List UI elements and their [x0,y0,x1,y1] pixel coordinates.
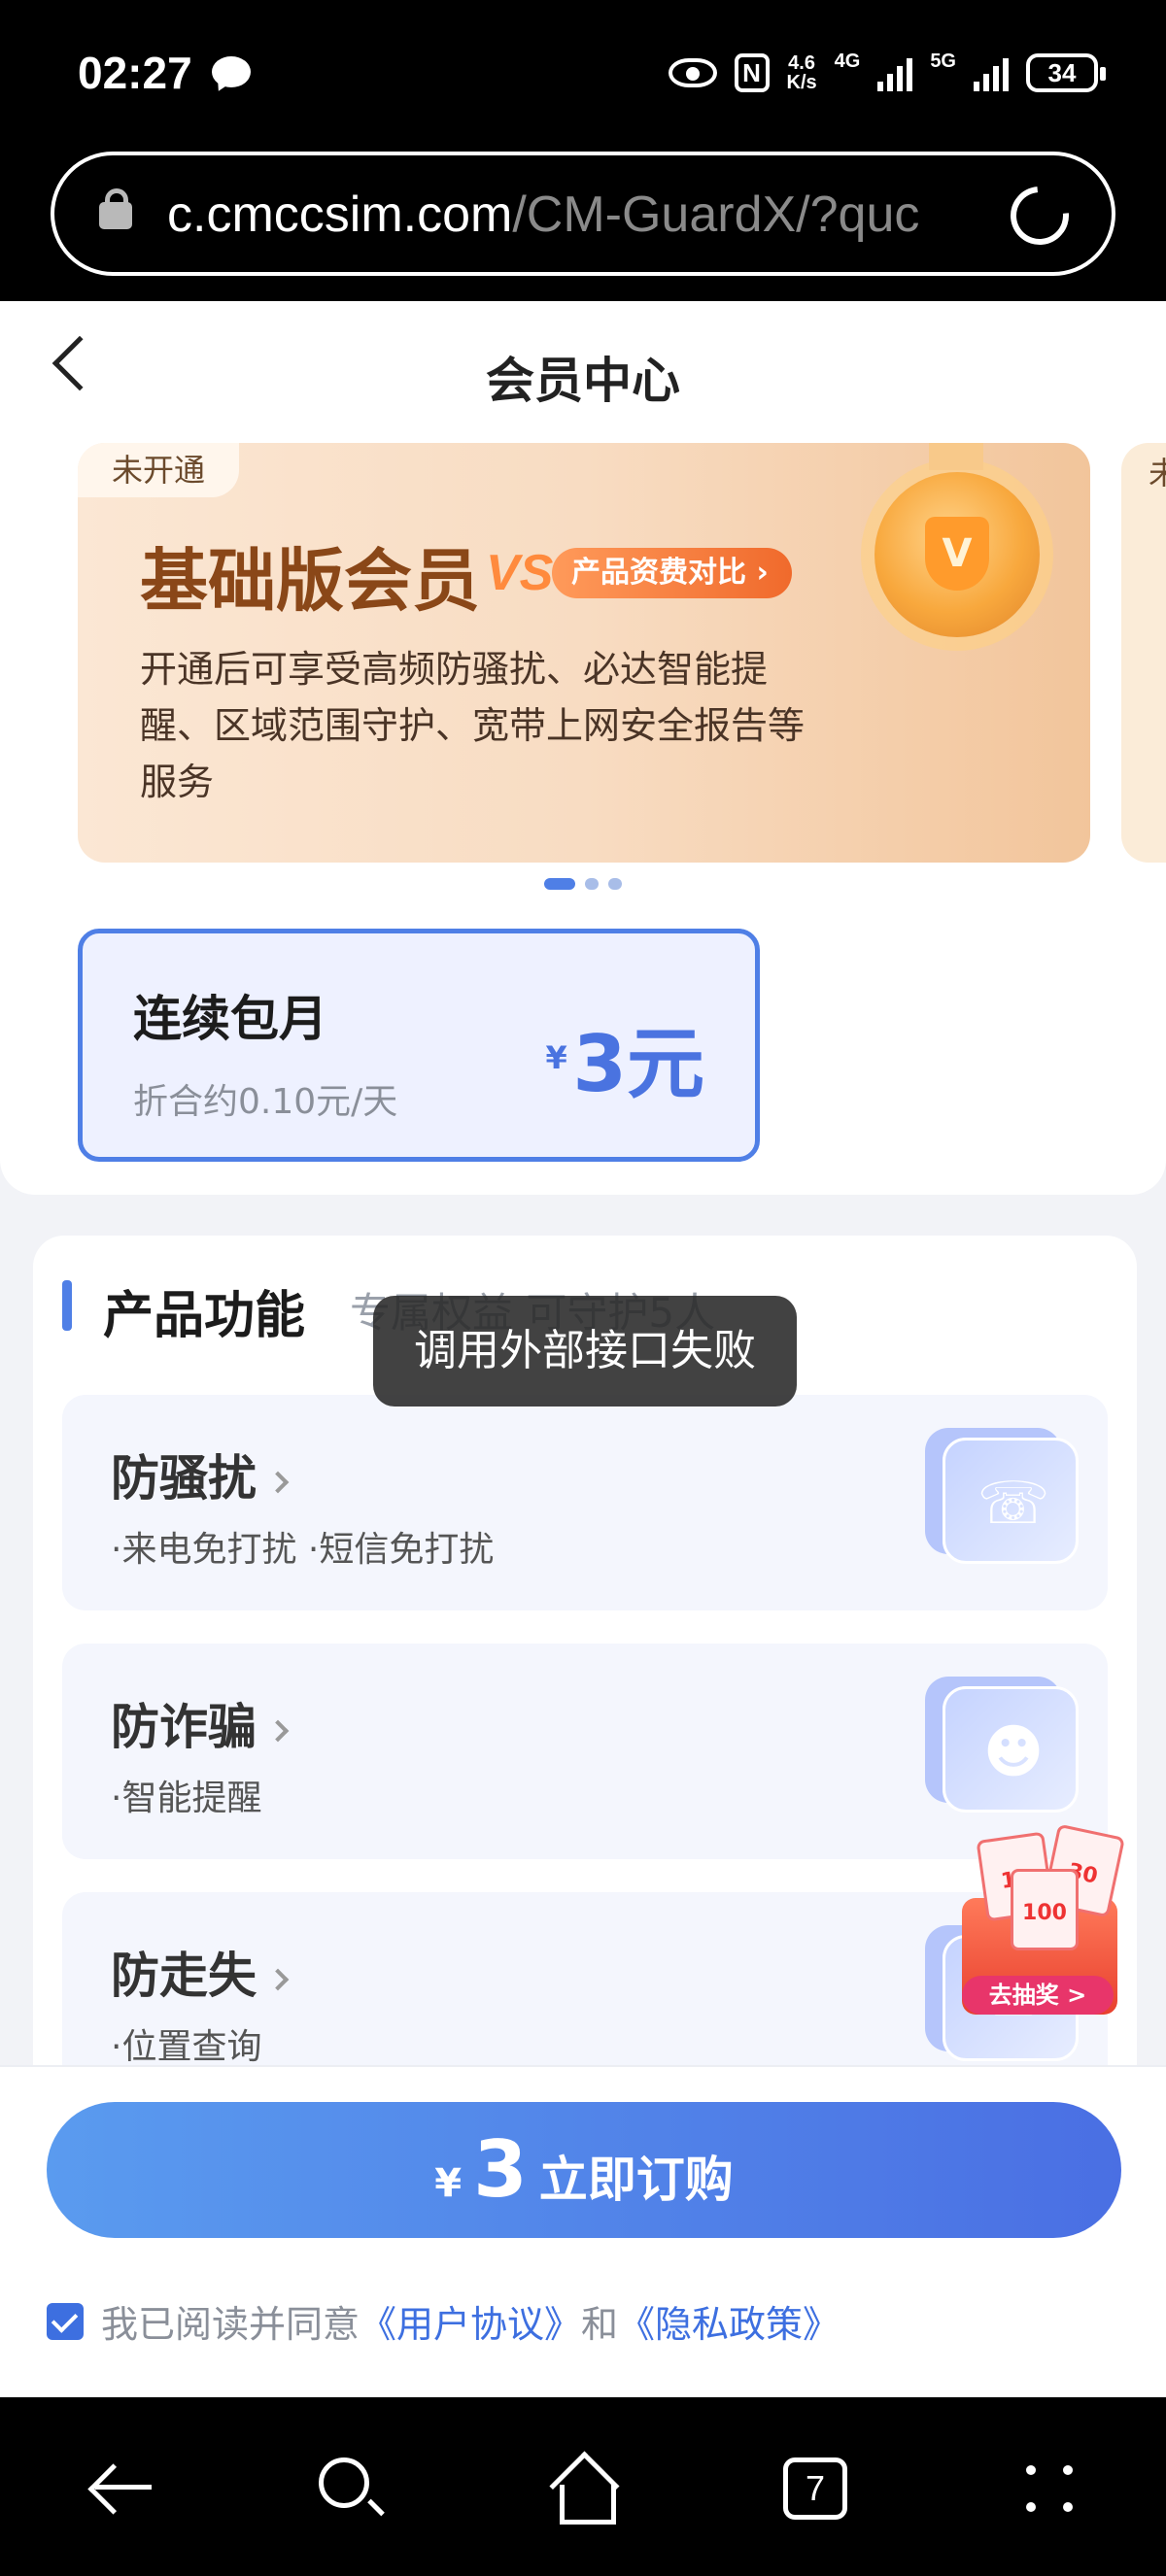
feature-card-anti-harassment[interactable]: 防骚扰 ·来电免打扰 ·短信免打扰 ☏ [62,1395,1108,1610]
address-bar[interactable]: c.cmccsim.com/CM-GuardX/?quc [51,152,1115,276]
agreement-row: 我已阅读并同意 《用户协议》 和 《隐私政策》 [47,2294,840,2348]
mask-icon: ☻ [943,1686,1079,1813]
feature-name-text: 防走失 [111,1948,257,2004]
menu-dots-icon[interactable] [1022,2461,1080,2516]
banner-description: 开通后可享受高频防骚扰、必达智能提醒、区域范围守护、宽带上网安全报告等服务 [140,648,806,803]
plan-option-monthly[interactable]: 连续包月 折合约0.10元/天 ¥ 3元 [78,929,760,1162]
vs-icon: VS [486,545,554,601]
subscribe-button[interactable]: ¥3 立即订购 [47,2102,1121,2238]
signal-4g-icon [877,54,913,91]
url-text[interactable]: c.cmccsim.com/CM-GuardX/?quc [167,181,1022,249]
agreement-and: 和 [581,2303,619,2346]
chevron-right-icon [266,1719,290,1742]
network-5g-label: 5G [930,50,956,72]
purchase-panel: ¥3 立即订购 我已阅读并同意 《用户协议》 和 《隐私政策》 [0,2065,1166,2397]
nfc-icon: N [734,53,770,92]
feature-desc: ·智能提醒 [111,1779,262,1818]
feature-name-text: 防骚扰 [111,1450,257,1507]
browser-navbar: 7 [0,2397,1166,2576]
url-path: /CM-GuardX/?quc [512,186,920,243]
url-domain: c.cmccsim.com [167,186,513,243]
user-agreement-link[interactable]: 《用户协议》 [360,2294,581,2348]
plan-daily-price: 折合约0.10元/天 [133,1082,398,1122]
privacy-policy-link[interactable]: 《隐私政策》 [618,2294,840,2348]
feature-name-text: 防诈骗 [111,1699,257,1755]
feature-name: 防骚扰 [111,1440,290,1509]
feature-name: 防走失 [111,1937,290,2007]
agreement-prefix: 我已阅读并同意 [101,2303,360,2346]
lock-icon[interactable] [99,188,132,229]
chevron-right-icon [266,1471,290,1493]
carousel-dot [585,878,599,890]
eye-icon [668,58,717,87]
network-speed: 4.6 K/s [786,52,817,93]
battery-icon: 34 [1026,53,1106,92]
search-icon[interactable] [319,2457,369,2508]
currency-symbol: ¥ [434,2161,463,2206]
carousel-indicator [544,878,622,890]
page-title: 会员中心 [486,353,680,409]
price-amount: 3 [473,2124,528,2215]
error-toast: 调用外部接口失败 [373,1296,797,1407]
feature-name: 防诈骗 [111,1688,290,1758]
next-banner-badge: 未 [1149,455,1166,491]
chevron-right-icon [266,1968,290,1990]
lottery-float-button[interactable]: 10 30 100 去抽奖 > [933,1823,1147,2024]
member-section: 会员中心 未开通 基础版会员 VS 产品资费对比 › 开通后可享受高频防骚扰、必… [0,301,1166,1195]
browser-topbar: 02:27 N 4.6 K/s 4G 5G 34 c.cmccsim.com/C… [0,0,1166,301]
status-icons: N 4.6 K/s 4G 5G 34 [668,49,1106,97]
feature-card-anti-fraud[interactable]: 防诈骗 ·智能提醒 ☻ [62,1644,1108,1859]
plan-price: ¥ 3元 [545,1001,704,1114]
price-amount: 3元 [572,1019,704,1109]
subscribe-label: 立即订购 [538,2152,734,2208]
home-icon[interactable] [550,2456,616,2525]
carousel-dot [608,878,622,890]
section-accent-bar [62,1280,72,1331]
feature-desc: ·来电免打扰 ·短信免打扰 [111,1530,495,1570]
coupon-card: 100 [1011,1869,1079,1950]
message-notification-icon [212,56,251,87]
medal-icon [874,443,1040,637]
section-title: 产品功能 [103,1287,306,1345]
plan-name: 连续包月 [133,991,327,1047]
currency-symbol: ¥ [545,1039,567,1076]
membership-banner[interactable]: 未开通 基础版会员 VS 产品资费对比 › 开通后可享受高频防骚扰、必达智能提醒… [78,443,1090,863]
feature-desc: ·位置查询 [111,2027,262,2067]
tabs-icon[interactable]: 7 [783,2457,847,2520]
signal-5g-icon [974,54,1009,91]
network-4g-label: 4G [834,50,861,72]
banner-title: 基础版会员 [140,541,480,621]
lottery-button[interactable]: 去抽奖 > [962,1976,1114,2015]
carousel-dot-active [544,878,575,890]
status-time: 02:27 [78,48,192,98]
compare-plans-button[interactable]: 产品资费对比 › [552,548,792,598]
back-arrow-icon[interactable] [89,2461,152,2512]
agreement-checkbox[interactable] [47,2302,84,2340]
next-banner-peek[interactable]: 未 [1121,443,1166,863]
status-badge: 未开通 [78,443,239,497]
compare-plans-label: 产品资费对比 [571,556,746,590]
phone-icon: ☏ [943,1438,1079,1564]
